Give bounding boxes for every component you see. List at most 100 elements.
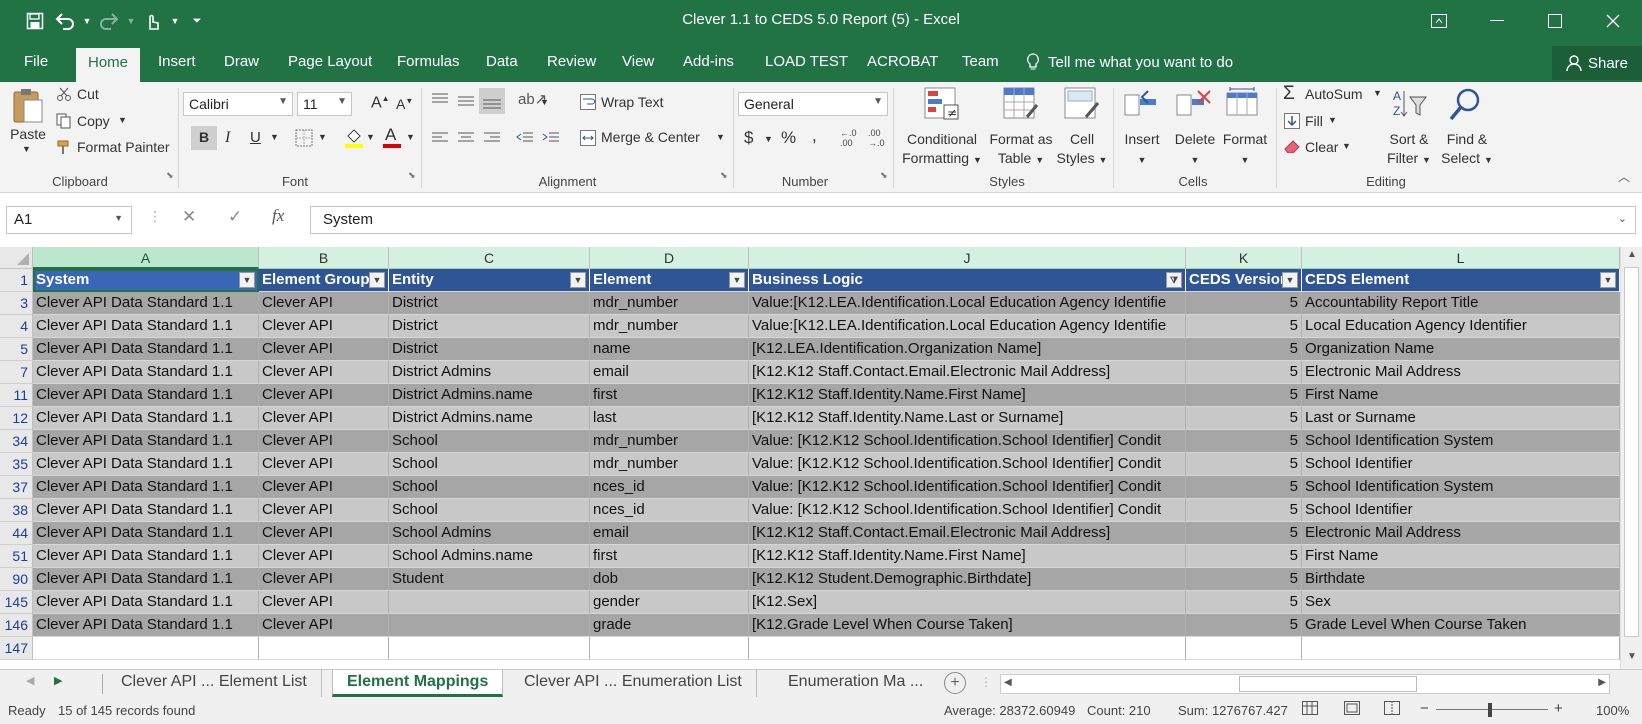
- tab-draw[interactable]: Draw: [224, 51, 259, 82]
- merge-center-button[interactable]: Merge & Center: [601, 129, 700, 145]
- tab-view[interactable]: View: [622, 51, 654, 82]
- close-icon[interactable]: [1584, 0, 1642, 42]
- minimize-icon[interactable]: [1468, 0, 1526, 42]
- table-cell[interactable]: Clever API Data Standard 1.1: [33, 476, 259, 499]
- row-header[interactable]: 37: [0, 476, 33, 499]
- column-header[interactable]: C: [389, 247, 590, 269]
- copy-dropdown-icon[interactable]: ▼: [118, 115, 127, 125]
- table-cell[interactable]: Clever API Data Standard 1.1: [33, 338, 259, 361]
- filter-dropdown-icon[interactable]: ▼: [1600, 272, 1616, 288]
- paste-dropdown-icon[interactable]: ▼: [22, 144, 31, 154]
- table-cell[interactable]: Electronic Mail Address: [1302, 522, 1620, 545]
- font-color-icon[interactable]: A: [382, 124, 402, 153]
- increase-indent-icon[interactable]: [541, 130, 561, 149]
- fill-color-icon[interactable]: [344, 126, 364, 153]
- table-cell[interactable]: [K12.K12 Staff.Identity.Name.First Name]: [749, 384, 1186, 407]
- zoom-in-icon[interactable]: +: [1554, 700, 1563, 717]
- table-cell[interactable]: 5: [1186, 453, 1302, 476]
- horizontal-scrollbar[interactable]: ◀ ▶: [1000, 674, 1610, 694]
- format-painter-button[interactable]: Format Painter: [77, 139, 170, 155]
- table-cell[interactable]: School: [389, 476, 590, 499]
- column-header[interactable]: J: [749, 247, 1186, 269]
- column-title-cell[interactable]: Element Group ▼: [259, 269, 389, 292]
- align-bottom-icon[interactable]: [479, 88, 505, 114]
- sheet-tab[interactable]: Enumeration Ma ...: [774, 670, 937, 697]
- row-header[interactable]: 1: [0, 269, 33, 292]
- filter-dropdown-icon[interactable]: ▼: [1282, 272, 1298, 288]
- table-cell[interactable]: Clever API: [259, 430, 389, 453]
- collapse-ribbon-icon[interactable]: ︿: [1618, 168, 1630, 185]
- table-cell[interactable]: School: [389, 499, 590, 522]
- table-cell[interactable]: Clever API Data Standard 1.1: [33, 453, 259, 476]
- find-select-button[interactable]: Find & Select ▼: [1436, 130, 1498, 170]
- table-cell[interactable]: Value:[K12.LEA.Identification.Local Educ…: [749, 315, 1186, 338]
- table-cell[interactable]: Clever API Data Standard 1.1: [33, 361, 259, 384]
- scroll-up-icon[interactable]: ▲: [1627, 249, 1637, 260]
- font-name-combo[interactable]: Calibri ▼: [183, 92, 293, 116]
- table-cell[interactable]: [K12.K12 Staff.Identity.Name.Last or Sur…: [749, 407, 1186, 430]
- table-cell[interactable]: Clever API Data Standard 1.1: [33, 292, 259, 315]
- comma-button[interactable]: ,: [812, 126, 817, 146]
- table-cell[interactable]: nces_id: [590, 476, 749, 499]
- formula-input[interactable]: System ⌄: [310, 206, 1636, 234]
- table-cell[interactable]: [259, 637, 389, 660]
- column-title-cell[interactable]: System ▼: [33, 269, 259, 292]
- number-launcher-icon[interactable]: ⬊: [880, 170, 888, 181]
- table-cell[interactable]: [K12.K12 Student.Demographic.Birthdate]: [749, 568, 1186, 591]
- spreadsheet-grid[interactable]: A B C D J K L 1 System ▼ Element Group ▼ Entity ▼ Elem…: [0, 247, 1620, 669]
- row-header[interactable]: 145: [0, 591, 33, 614]
- page-layout-view-icon[interactable]: [1344, 701, 1360, 718]
- table-cell[interactable]: Value:[K12.LEA.Identification.Local Educ…: [749, 292, 1186, 315]
- format-button[interactable]: Format ▼: [1218, 130, 1272, 170]
- row-header[interactable]: 146: [0, 614, 33, 637]
- row-header[interactable]: 44: [0, 522, 33, 545]
- table-cell[interactable]: Clever API: [259, 453, 389, 476]
- table-cell[interactable]: Clever API: [259, 522, 389, 545]
- table-cell[interactable]: Clever API Data Standard 1.1: [33, 384, 259, 407]
- tab-team[interactable]: Team: [962, 51, 999, 82]
- filter-dropdown-icon[interactable]: ▼: [239, 272, 255, 288]
- table-cell[interactable]: email: [590, 361, 749, 384]
- column-header[interactable]: K: [1186, 247, 1302, 269]
- prev-sheet-icon[interactable]: ◀: [26, 674, 34, 687]
- table-cell[interactable]: First Name: [1302, 545, 1620, 568]
- table-cell[interactable]: School: [389, 430, 590, 453]
- decrease-decimal-icon[interactable]: .00 →.0: [868, 128, 885, 148]
- font-launcher-icon[interactable]: ⬊: [408, 170, 416, 181]
- table-cell[interactable]: Clever API Data Standard 1.1: [33, 614, 259, 637]
- currency-button[interactable]: $: [744, 128, 753, 148]
- table-cell[interactable]: Clever API Data Standard 1.1: [33, 545, 259, 568]
- table-cell[interactable]: School Identifier: [1302, 453, 1620, 476]
- select-all-corner[interactable]: [0, 247, 33, 269]
- autosum-dropdown-icon[interactable]: ▼: [1373, 88, 1382, 98]
- share-button[interactable]: Share: [1552, 46, 1642, 80]
- column-title-cell[interactable]: Entity ▼: [389, 269, 590, 292]
- row-header[interactable]: 51: [0, 545, 33, 568]
- tab-acrobat[interactable]: ACROBAT: [867, 51, 938, 82]
- table-cell[interactable]: Value: [K12.K12 School.Identification.Sc…: [749, 430, 1186, 453]
- sheet-tab-active[interactable]: Element Mappings: [332, 670, 504, 697]
- filter-dropdown-icon[interactable]: ▼: [369, 272, 385, 288]
- grow-font-icon[interactable]: A▲: [371, 94, 390, 112]
- table-cell[interactable]: 5: [1186, 614, 1302, 637]
- table-cell[interactable]: Clever API: [259, 292, 389, 315]
- table-cell[interactable]: School Identifier: [1302, 499, 1620, 522]
- sheet-tab[interactable]: Clever API ... Enumeration List: [510, 670, 757, 697]
- row-header[interactable]: 7: [0, 361, 33, 384]
- table-cell[interactable]: gender: [590, 591, 749, 614]
- filter-active-icon[interactable]: ⧩: [1166, 272, 1182, 288]
- table-cell[interactable]: Clever API: [259, 338, 389, 361]
- tab-file[interactable]: File: [24, 51, 48, 82]
- table-cell[interactable]: First Name: [1302, 384, 1620, 407]
- number-format-combo[interactable]: General ▼: [738, 92, 888, 116]
- italic-button[interactable]: I: [225, 129, 230, 147]
- table-cell[interactable]: [1186, 637, 1302, 660]
- table-cell[interactable]: 5: [1186, 361, 1302, 384]
- tab-home[interactable]: Home: [76, 48, 141, 82]
- column-title-cell[interactable]: CEDS Element ▼: [1302, 269, 1620, 292]
- table-cell[interactable]: 5: [1186, 499, 1302, 522]
- sort-filter-button[interactable]: Sort & Filter ▼: [1378, 130, 1440, 170]
- align-center-icon[interactable]: [456, 130, 476, 149]
- table-cell[interactable]: [389, 591, 590, 614]
- row-header[interactable]: 5: [0, 338, 33, 361]
